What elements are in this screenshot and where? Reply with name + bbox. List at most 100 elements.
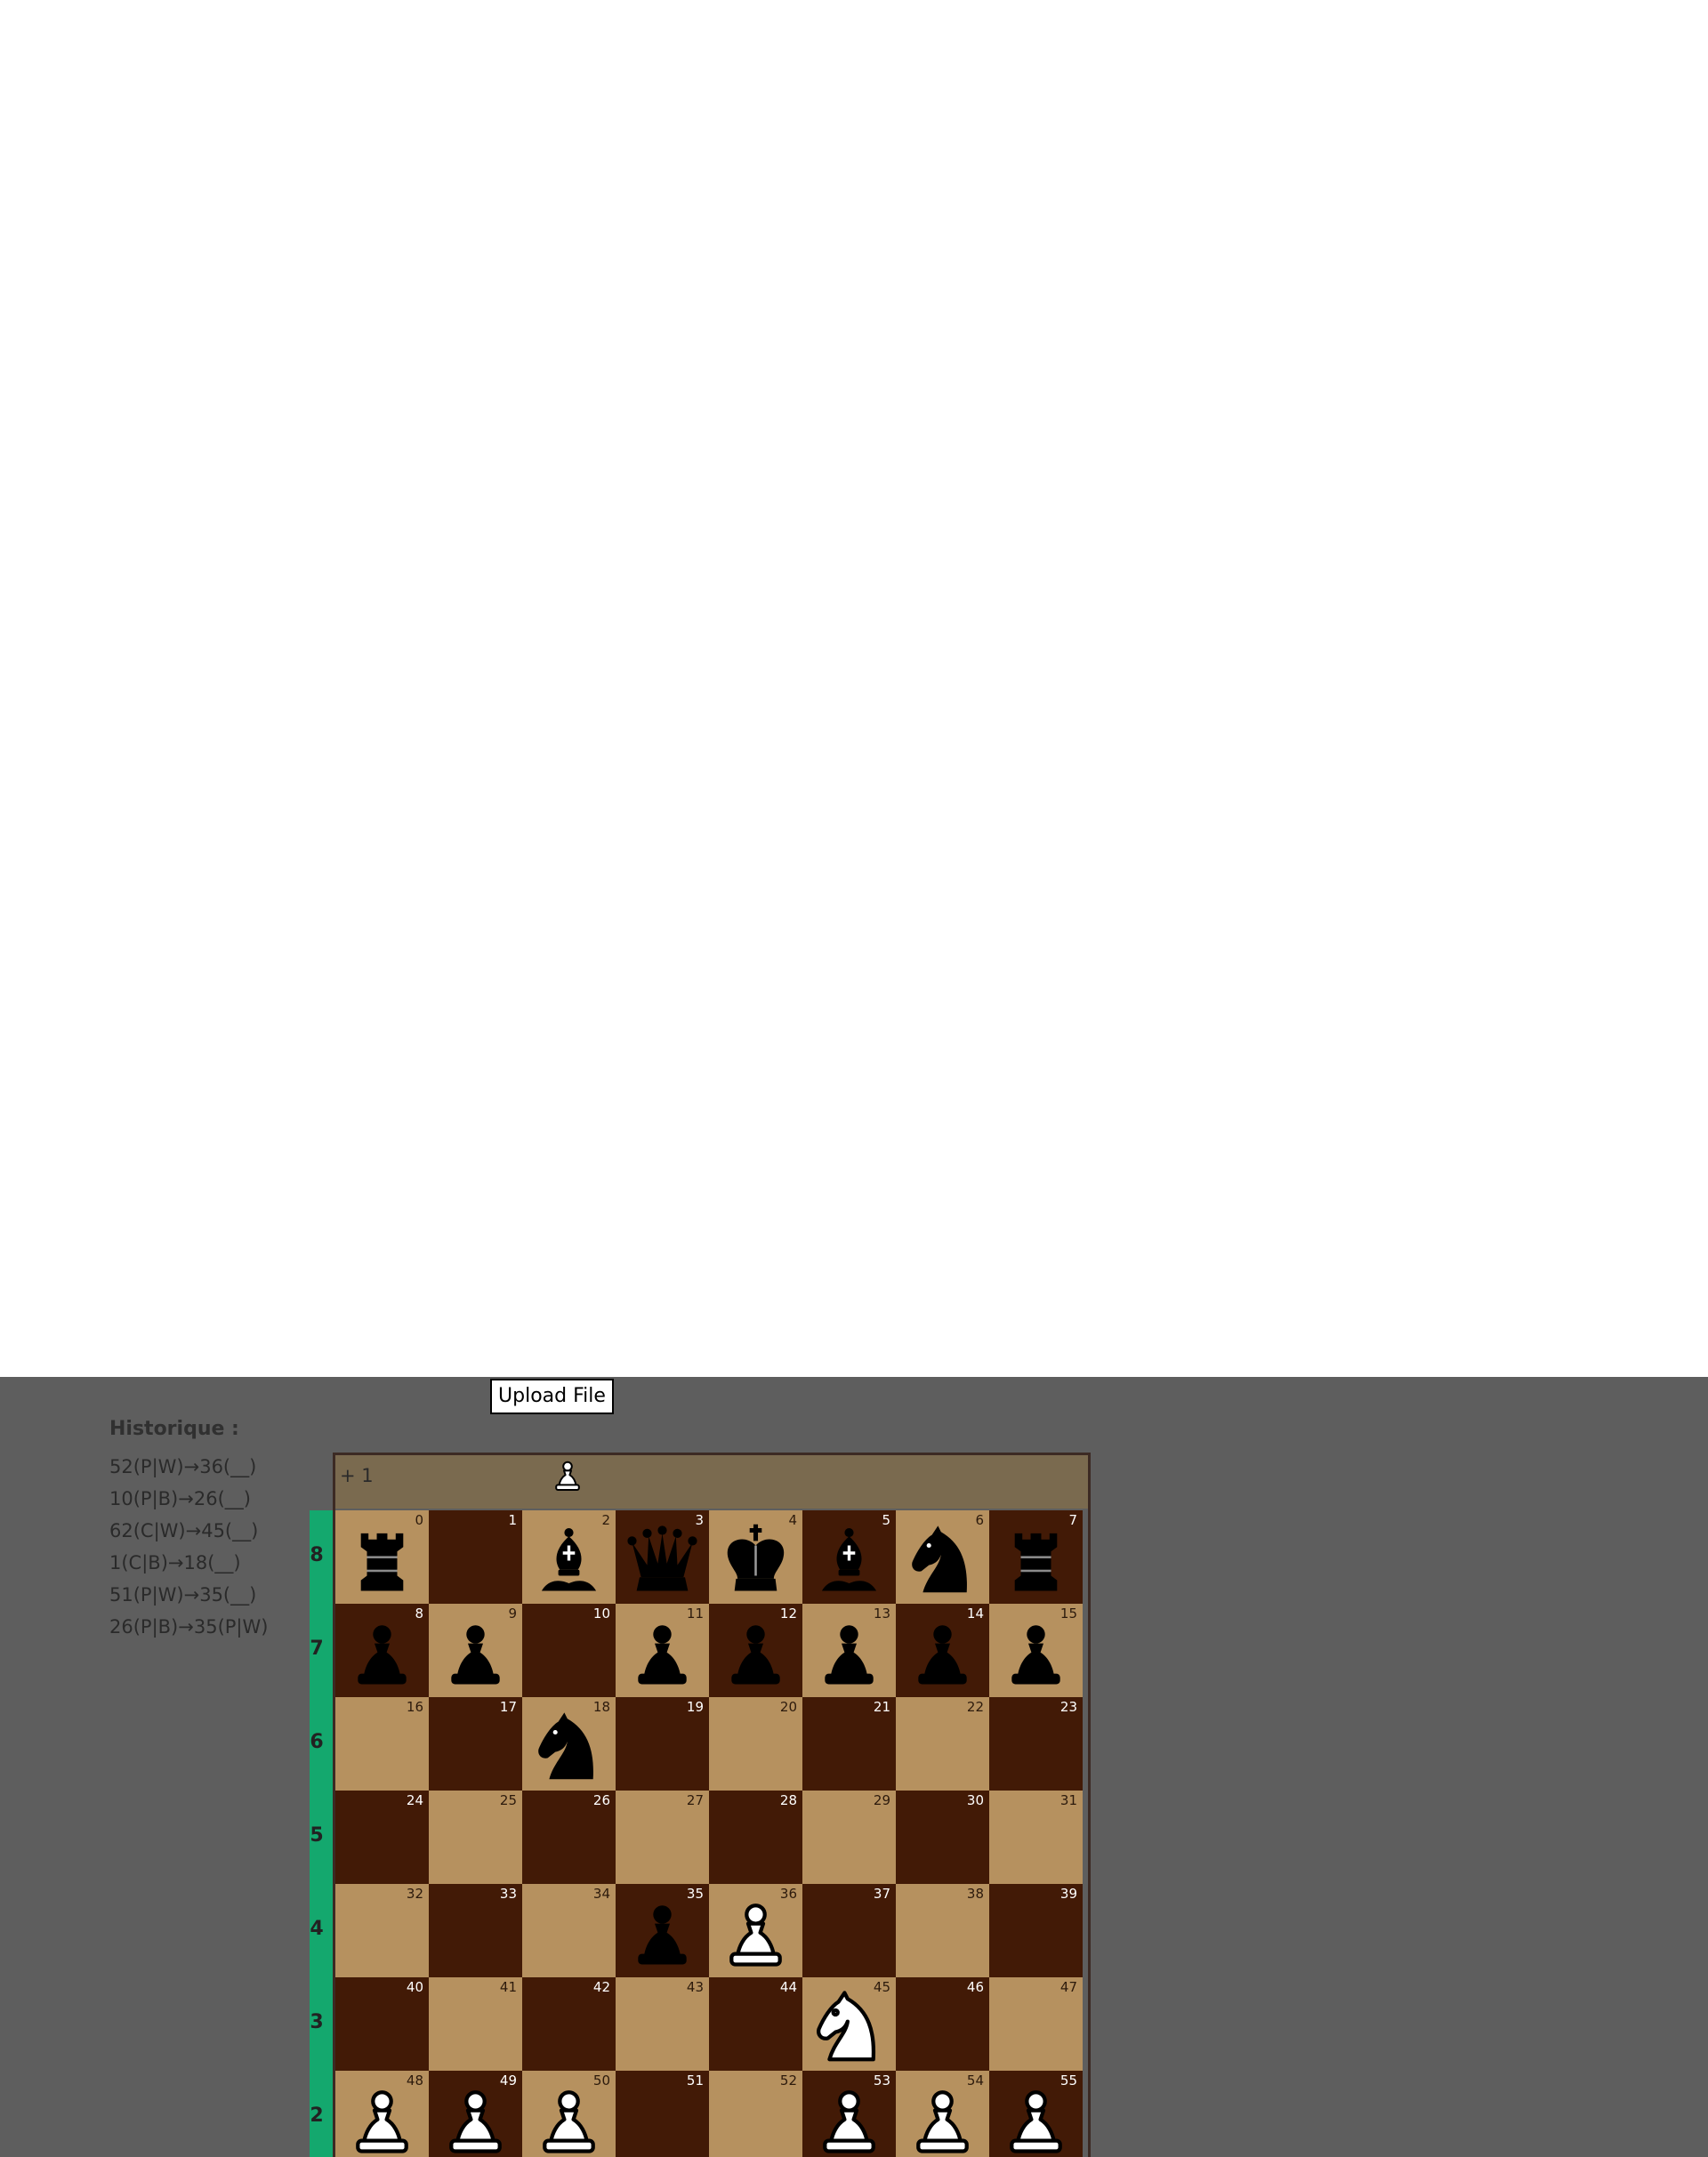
white-pawn-icon[interactable] — [905, 2083, 980, 2157]
history-move: 51(P|W)→35(__) — [109, 1584, 257, 1606]
board-square-27[interactable]: 27 — [616, 1791, 709, 1884]
board-square-55[interactable]: 55 — [989, 2071, 1083, 2157]
history-move: 1(C|B)→18(__) — [109, 1552, 241, 1573]
captured-pieces-bar: + 1 — [335, 1455, 1088, 1509]
board-square-2[interactable]: 2 — [522, 1510, 616, 1604]
board-square-35[interactable]: 35 — [616, 1884, 709, 1977]
board-square-23[interactable]: 23 — [989, 1697, 1083, 1791]
rank-label-5: 5 — [310, 1824, 324, 1847]
board-square-4[interactable]: 4 — [709, 1510, 802, 1604]
board-square-34[interactable]: 34 — [522, 1884, 616, 1977]
board-square-28[interactable]: 28 — [709, 1791, 802, 1884]
board-square-13[interactable]: 13 — [802, 1604, 896, 1697]
board-square-26[interactable]: 26 — [522, 1791, 616, 1884]
board-square-54[interactable]: 54 — [896, 2071, 989, 2157]
board-square-1[interactable]: 1 — [429, 1510, 522, 1604]
square-index: 52 — [779, 2072, 797, 2089]
black-knight-icon[interactable] — [905, 1523, 980, 1598]
board-square-16[interactable]: 16 — [335, 1697, 429, 1791]
board-square-3[interactable]: 3 — [616, 1510, 709, 1604]
white-pawn-icon[interactable] — [998, 2083, 1074, 2157]
board-square-38[interactable]: 38 — [896, 1884, 989, 1977]
board-square-37[interactable]: 37 — [802, 1884, 896, 1977]
white-pawn-icon — [555, 1461, 580, 1491]
rank-label-2: 2 — [310, 2105, 324, 2127]
board-square-33[interactable]: 33 — [429, 1884, 522, 1977]
black-pawn-icon[interactable] — [344, 1616, 420, 1692]
black-pawn-icon[interactable] — [998, 1616, 1074, 1692]
board-square-32[interactable]: 32 — [335, 1884, 429, 1977]
black-queen-icon[interactable] — [624, 1523, 700, 1598]
black-pawn-icon[interactable] — [624, 1616, 700, 1692]
board-square-8[interactable]: 8 — [335, 1604, 429, 1697]
square-index: 47 — [1059, 1979, 1077, 1995]
white-pawn-icon[interactable] — [531, 2083, 607, 2157]
board-square-6[interactable]: 6 — [896, 1510, 989, 1604]
board-square-52[interactable]: 52 — [709, 2071, 802, 2157]
black-bishop-icon[interactable] — [531, 1523, 607, 1598]
board-square-10[interactable]: 10 — [522, 1604, 616, 1697]
rank-label-7: 7 — [310, 1638, 324, 1660]
board-square-49[interactable]: 49 — [429, 2071, 522, 2157]
board-square-9[interactable]: 9 — [429, 1604, 522, 1697]
board-square-12[interactable]: 12 — [709, 1604, 802, 1697]
board-square-46[interactable]: 46 — [896, 1977, 989, 2071]
black-pawn-icon[interactable] — [905, 1616, 980, 1692]
black-knight-icon[interactable] — [531, 1710, 607, 1785]
board-square-44[interactable]: 44 — [709, 1977, 802, 2071]
black-pawn-icon[interactable] — [438, 1616, 513, 1692]
square-index: 41 — [499, 1979, 517, 1995]
square-index: 19 — [686, 1699, 704, 1715]
board-square-51[interactable]: 51 — [616, 2071, 709, 2157]
history-move: 52(P|W)→36(__) — [109, 1456, 257, 1477]
board-square-21[interactable]: 21 — [802, 1697, 896, 1791]
white-pawn-icon[interactable] — [718, 1896, 794, 1972]
board-square-5[interactable]: 5 — [802, 1510, 896, 1604]
board-square-11[interactable]: 11 — [616, 1604, 709, 1697]
board-square-22[interactable]: 22 — [896, 1697, 989, 1791]
board-square-15[interactable]: 15 — [989, 1604, 1083, 1697]
chess-board[interactable]: 0 1 2 3 4 5 6 7 8 9 10 11 12 13 14 15 16 17 18 19 20 21 22 23 24… — [335, 1510, 1084, 2157]
upload-file-button[interactable]: Upload File — [490, 1379, 614, 1414]
board-square-50[interactable]: 50 — [522, 2071, 616, 2157]
square-index: 37 — [873, 1886, 890, 1902]
board-square-42[interactable]: 42 — [522, 1977, 616, 2071]
board-square-14[interactable]: 14 — [896, 1604, 989, 1697]
black-pawn-icon[interactable] — [811, 1616, 887, 1692]
board-square-7[interactable]: 7 — [989, 1510, 1083, 1604]
board-square-0[interactable]: 0 — [335, 1510, 429, 1604]
square-index: 26 — [592, 1792, 610, 1808]
white-pawn-icon[interactable] — [811, 2083, 887, 2157]
white-pawn-icon[interactable] — [344, 2083, 420, 2157]
board-square-39[interactable]: 39 — [989, 1884, 1083, 1977]
board-square-24[interactable]: 24 — [335, 1791, 429, 1884]
black-rook-icon[interactable] — [344, 1523, 420, 1598]
board-square-40[interactable]: 40 — [335, 1977, 429, 2071]
square-index: 43 — [686, 1979, 704, 1995]
board-square-18[interactable]: 18 — [522, 1697, 616, 1791]
captured-count: + 1 — [340, 1465, 374, 1486]
board-square-19[interactable]: 19 — [616, 1697, 709, 1791]
black-rook-icon[interactable] — [998, 1523, 1074, 1598]
board-square-30[interactable]: 30 — [896, 1791, 989, 1884]
black-bishop-icon[interactable] — [811, 1523, 887, 1598]
board-square-48[interactable]: 48 — [335, 2071, 429, 2157]
board-square-53[interactable]: 53 — [802, 2071, 896, 2157]
board-square-17[interactable]: 17 — [429, 1697, 522, 1791]
white-pawn-icon[interactable] — [438, 2083, 513, 2157]
board-square-45[interactable]: 45 — [802, 1977, 896, 2071]
board-square-31[interactable]: 31 — [989, 1791, 1083, 1884]
black-pawn-icon[interactable] — [718, 1616, 794, 1692]
board-square-41[interactable]: 41 — [429, 1977, 522, 2071]
black-pawn-icon[interactable] — [624, 1896, 700, 1972]
board-square-47[interactable]: 47 — [989, 1977, 1083, 2071]
white-knight-icon[interactable] — [811, 1990, 887, 2065]
board-square-29[interactable]: 29 — [802, 1791, 896, 1884]
board-square-36[interactable]: 36 — [709, 1884, 802, 1977]
board-square-20[interactable]: 20 — [709, 1697, 802, 1791]
rank-label-4: 4 — [310, 1918, 324, 1940]
black-king-icon[interactable] — [718, 1523, 794, 1598]
board-square-43[interactable]: 43 — [616, 1977, 709, 2071]
board-square-25[interactable]: 25 — [429, 1791, 522, 1884]
square-index: 40 — [406, 1979, 423, 1995]
